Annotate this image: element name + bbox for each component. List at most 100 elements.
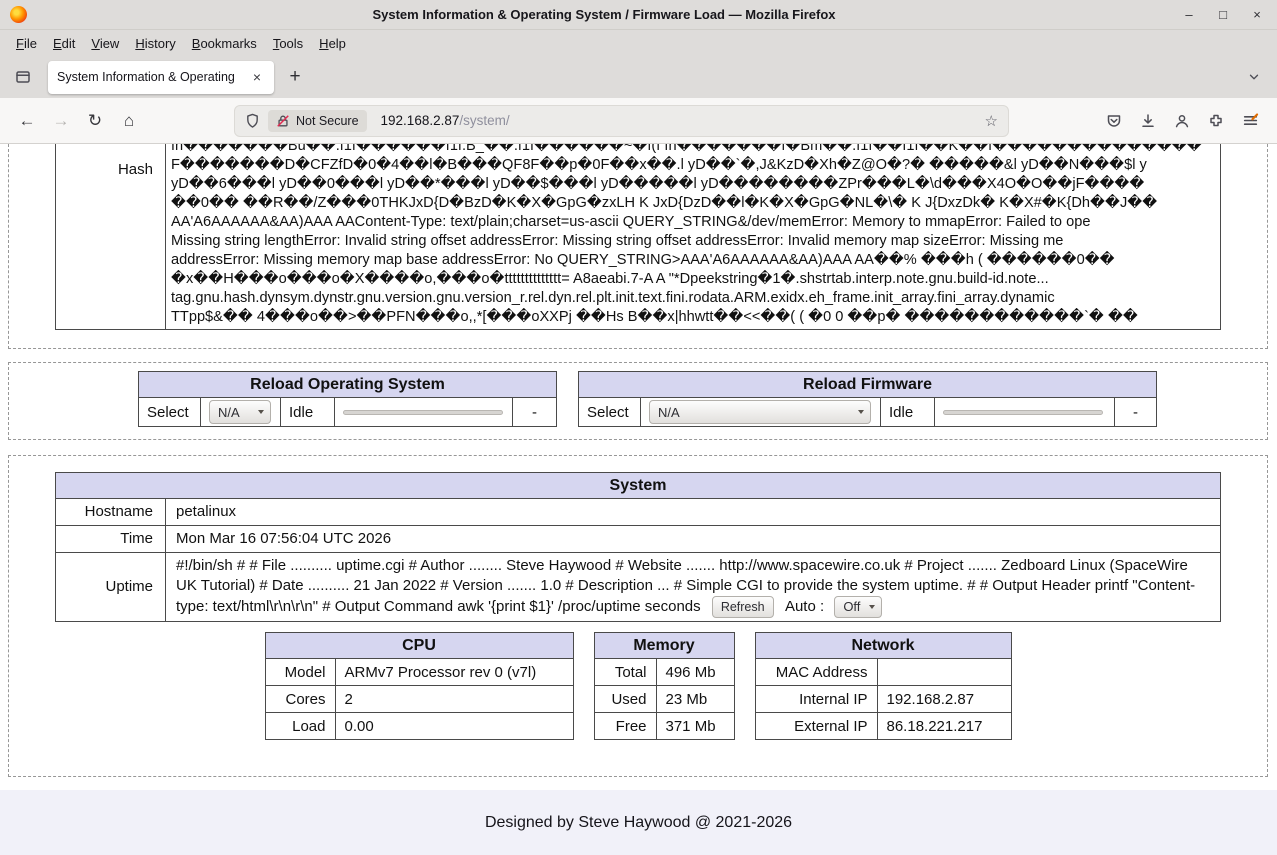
system-table-title: System	[56, 473, 1221, 499]
reload-os-row: Select N/A Idle -	[139, 398, 557, 427]
forward-button[interactable]: →	[44, 104, 78, 138]
menu-tools[interactable]: Tools	[265, 33, 311, 54]
memory-total-value: 496 Mb	[656, 659, 734, 686]
hash-line: yD��6���l yD��0���l yD��*���l yD��$���l …	[171, 175, 1215, 194]
network-external-ip-label: External IP	[755, 713, 877, 740]
table-row: Internal IP 192.168.2.87	[755, 686, 1011, 713]
hostname-label: Hostname	[56, 499, 166, 526]
download-icon	[1140, 113, 1156, 129]
reload-os-status: Idle	[281, 398, 335, 427]
network-internal-ip-value: 192.168.2.87	[877, 686, 1011, 713]
cpu-load-value: 0.00	[335, 713, 573, 740]
table-row: Uptime #!/bin/sh # # File .......... upt…	[56, 553, 1221, 622]
hostname-value: petalinux	[166, 499, 1221, 526]
memory-total-label: Total	[594, 659, 656, 686]
time-label: Time	[56, 526, 166, 553]
home-button[interactable]: ⌂	[112, 104, 146, 138]
security-chip[interactable]: Not Secure	[268, 110, 367, 132]
network-internal-ip-label: Internal IP	[755, 686, 877, 713]
menu-bookmarks[interactable]: Bookmarks	[184, 33, 265, 54]
window-titlebar: System Information & Operating System / …	[0, 0, 1277, 30]
cpu-table: CPU Model ARMv7 Processor rev 0 (v7l) Co…	[265, 632, 574, 740]
reload-section: Reload Operating System Select N/A Idle …	[8, 362, 1268, 440]
select-chevron-icon	[858, 410, 864, 414]
auto-refresh-value: Off	[843, 597, 860, 617]
hash-line: AA'A6AAAAAA&AA)AAA AAContent-Type: text/…	[171, 213, 1215, 232]
app-menu-button[interactable]	[1233, 104, 1267, 138]
memory-table-title: Memory	[594, 633, 734, 659]
fw-version-value: N/A	[658, 405, 680, 420]
uptime-value: #!/bin/sh # # File .......... uptime.cgi…	[166, 553, 1221, 622]
reload-os-table: Reload Operating System Select N/A Idle …	[138, 371, 557, 427]
menu-help[interactable]: Help	[311, 33, 354, 54]
hash-label: Hash	[56, 144, 166, 330]
account-button[interactable]	[1165, 104, 1199, 138]
navigation-toolbar: ← → ↻ ⌂ Not Secure 192.168.2.87/system/ …	[0, 98, 1277, 144]
reload-os-select-label: Select	[139, 398, 201, 427]
pocket-button[interactable]	[1097, 104, 1131, 138]
memory-used-label: Used	[594, 686, 656, 713]
hash-value: fh�������Bu��.f1f������f1f.B_��.f1f�����…	[166, 144, 1221, 330]
tab-bar: System Information & Operating × +	[0, 56, 1277, 98]
os-progress-bar	[343, 410, 503, 415]
table-row: Free 371 Mb	[594, 713, 734, 740]
reload-fw-title: Reload Firmware	[579, 372, 1157, 398]
window-maximize-button[interactable]: □	[1215, 7, 1231, 22]
stats-tables-row: CPU Model ARMv7 Processor rev 0 (v7l) Co…	[55, 632, 1221, 740]
hash-line: fh�������Bu��.f1f������f1f.B_��.f1f�����…	[171, 144, 1215, 156]
bookmark-star-icon[interactable]: ☆	[985, 112, 998, 130]
window-minimize-button[interactable]: –	[1181, 7, 1197, 22]
hamburger-menu-icon	[1242, 112, 1259, 129]
tab-close-icon[interactable]: ×	[249, 69, 265, 85]
fw-progress-bar	[943, 410, 1103, 415]
refresh-button[interactable]: Refresh	[712, 596, 774, 618]
network-table: Network MAC Address Internal IP 192.168.…	[755, 632, 1012, 740]
table-row: Used 23 Mb	[594, 686, 734, 713]
window-close-button[interactable]: ×	[1249, 7, 1265, 22]
reload-button[interactable]: ↻	[78, 104, 112, 138]
reload-fw-table: Reload Firmware Select N/A Idle -	[578, 371, 1157, 427]
cpu-load-label: Load	[265, 713, 335, 740]
fw-version-select[interactable]: N/A	[649, 400, 871, 424]
extensions-button[interactable]	[1199, 104, 1233, 138]
menu-edit[interactable]: Edit	[45, 33, 83, 54]
tab-system-information[interactable]: System Information & Operating ×	[48, 61, 274, 94]
url-host: 192.168.2.87	[381, 113, 460, 128]
network-mac-value	[877, 659, 1011, 686]
downloads-button[interactable]	[1131, 104, 1165, 138]
menu-view[interactable]: View	[83, 33, 127, 54]
hash-line: TTpp$&�� 4���o��>��PFN���o,,*[���oXXPj �…	[171, 308, 1215, 327]
menu-file[interactable]: File	[8, 33, 45, 54]
menu-history[interactable]: History	[127, 33, 183, 54]
table-row: Model ARMv7 Processor rev 0 (v7l)	[265, 659, 573, 686]
account-icon	[1174, 113, 1190, 129]
hash-line: ��0�� ��R��/Z���0THKJxD{D�BzD�K�X�GpG�zx…	[171, 194, 1215, 213]
page-footer: Designed by Steve Haywood @ 2021-2026	[0, 790, 1277, 855]
reload-os-percent: -	[513, 398, 557, 427]
memory-free-label: Free	[594, 713, 656, 740]
uptime-label: Uptime	[56, 553, 166, 622]
os-version-select[interactable]: N/A	[209, 400, 271, 424]
os-version-value: N/A	[218, 405, 240, 420]
security-chip-label: Not Secure	[296, 114, 359, 128]
firefox-view-button[interactable]	[8, 62, 38, 92]
list-all-tabs-button[interactable]	[1239, 62, 1269, 92]
extensions-puzzle-icon	[1208, 113, 1224, 129]
table-row: Load 0.00	[265, 713, 573, 740]
select-chevron-icon	[258, 410, 264, 414]
table-row: Time Mon Mar 16 07:56:04 UTC 2026	[56, 526, 1221, 553]
time-value: Mon Mar 16 07:56:04 UTC 2026	[166, 526, 1221, 553]
menu-bar: File Edit View History Bookmarks Tools H…	[0, 30, 1277, 56]
reload-fw-select-label: Select	[579, 398, 641, 427]
cpu-table-title: CPU	[265, 633, 573, 659]
url-bar[interactable]: Not Secure 192.168.2.87/system/ ☆	[234, 105, 1009, 137]
hash-section: Hash fh�������Bu��.f1f������f1f.B_��.f1f…	[8, 144, 1268, 349]
new-tab-button[interactable]: +	[280, 62, 310, 92]
table-row: MAC Address	[755, 659, 1011, 686]
tab-label: System Information & Operating	[57, 70, 243, 84]
footer-text: Designed by Steve Haywood @ 2021-2026	[485, 814, 792, 832]
back-button[interactable]: ←	[10, 104, 44, 138]
network-mac-label: MAC Address	[755, 659, 877, 686]
auto-refresh-select[interactable]: Off	[834, 596, 882, 618]
cpu-cores-label: Cores	[265, 686, 335, 713]
